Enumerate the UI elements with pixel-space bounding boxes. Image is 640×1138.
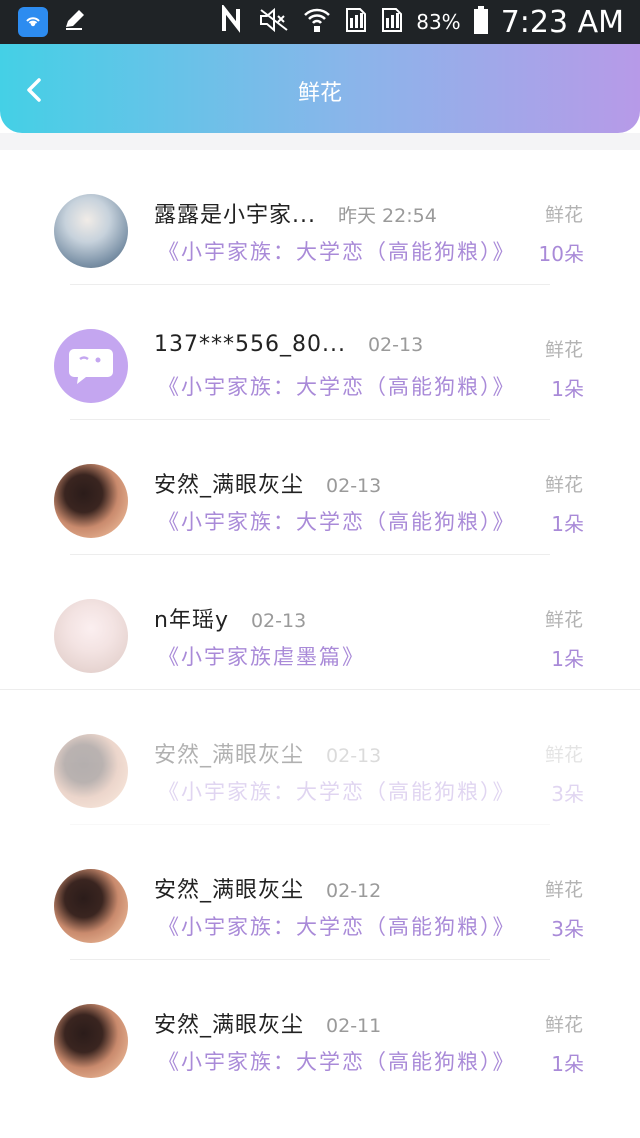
avatar[interactable] — [54, 1004, 128, 1078]
book-title[interactable]: 《小宇家族：大学恋（高能狗粮）》 — [158, 506, 516, 536]
gift-type-label: 鲜花 — [544, 879, 583, 901]
username[interactable]: 137***556_80... — [154, 332, 346, 357]
avatar[interactable] — [54, 869, 128, 943]
timestamp: 02-13 — [326, 745, 382, 767]
item-header: 137***556_80... 02-13 — [154, 332, 423, 357]
timestamp: 昨天 22:54 — [337, 205, 437, 227]
gift-type-label: 鲜花 — [544, 744, 583, 766]
item-header: 安然_满眼灰尘 02-11 — [154, 1007, 381, 1039]
username[interactable]: 安然_满眼灰尘 — [154, 737, 304, 769]
edit-icon — [62, 7, 88, 37]
gift-count: 3朵 — [551, 782, 584, 806]
username[interactable]: 安然_满眼灰尘 — [154, 1007, 304, 1039]
list-item[interactable]: 露露是小宇家... 昨天 22:54 鲜花 《小宇家族：大学恋（高能狗粮）》 1… — [0, 150, 640, 285]
wifi-app-icon — [18, 7, 48, 37]
gift-count: 1朵 — [551, 1052, 584, 1076]
mute-icon — [258, 7, 290, 37]
chat-bubble-icon — [69, 349, 113, 384]
gift-count: 1朵 — [551, 512, 584, 536]
page-title: 鲜花 — [297, 81, 342, 106]
book-title[interactable]: 《小宇家族：大学恋（高能狗粮）》 — [158, 911, 516, 941]
gift-type-label: 鲜花 — [544, 474, 583, 496]
avatar[interactable] — [54, 329, 128, 403]
nfc-icon — [220, 3, 246, 39]
list-item[interactable]: 137***556_80... 02-13 鲜花 《小宇家族：大学恋（高能狗粮）… — [0, 285, 640, 420]
list-item[interactable]: 安然_满眼灰尘 02-13 鲜花 《小宇家族：大学恋（高能狗粮）》 1朵 — [0, 420, 640, 555]
battery-icon — [473, 5, 489, 39]
book-title[interactable]: 《小宇家族：大学恋（高能狗粮）》 — [158, 371, 516, 401]
timestamp: 02-13 — [250, 610, 307, 632]
gift-type-label: 鲜花 — [544, 609, 583, 631]
item-header: n年瑶y 02-13 — [154, 602, 306, 634]
book-title[interactable]: 《小宇家族虐墨篇》 — [158, 641, 365, 671]
item-header: 安然_满眼灰尘 02-12 — [154, 872, 381, 904]
avatar[interactable] — [54, 734, 128, 808]
header: 鲜花 — [0, 44, 640, 133]
username[interactable]: 安然_满眼灰尘 — [154, 872, 304, 904]
book-title[interactable]: 《小宇家族：大学恋（高能狗粮）》 — [158, 1046, 516, 1076]
timestamp: 02-13 — [326, 475, 382, 497]
gift-count: 3朵 — [551, 917, 584, 941]
battery-percent: 83% — [416, 10, 461, 34]
status-bar-left — [18, 7, 88, 37]
item-header: 露露是小宇家... 昨天 22:54 — [154, 197, 437, 229]
username[interactable]: 露露是小宇家... — [154, 197, 316, 229]
sim1-icon — [344, 6, 368, 38]
book-title[interactable]: 《小宇家族：大学恋（高能狗粮）》 — [158, 776, 516, 806]
list-item[interactable]: n年瑶y 02-13 鲜花 《小宇家族虐墨篇》 1朵 — [0, 555, 640, 690]
gift-type-label: 鲜花 — [544, 1014, 583, 1036]
book-title[interactable]: 《小宇家族：大学恋（高能狗粮）》 — [158, 236, 516, 266]
avatar[interactable] — [54, 464, 128, 538]
section-gap — [0, 133, 640, 150]
item-header: 安然_满眼灰尘 02-13 — [154, 737, 381, 769]
timestamp: 02-13 — [367, 334, 424, 356]
item-header: 安然_满眼灰尘 02-13 — [154, 467, 381, 499]
avatar[interactable] — [54, 194, 128, 268]
timestamp: 02-12 — [326, 880, 382, 902]
sim2-icon — [380, 6, 404, 38]
gift-list: 露露是小宇家... 昨天 22:54 鲜花 《小宇家族：大学恋（高能狗粮）》 1… — [0, 150, 640, 1095]
gift-count: 1朵 — [551, 647, 584, 671]
gift-type-label: 鲜花 — [544, 204, 583, 226]
timestamp: 02-11 — [326, 1015, 382, 1037]
clock: 7:23 AM — [500, 4, 624, 40]
list-item[interactable]: 安然_满眼灰尘 02-11 鲜花 《小宇家族：大学恋（高能狗粮）》 1朵 — [0, 960, 640, 1095]
list-item[interactable]: 安然_满眼灰尘 02-13 鲜花 《小宇家族：大学恋（高能狗粮）》 3朵 — [0, 690, 640, 825]
list-item[interactable]: 安然_满眼灰尘 02-12 鲜花 《小宇家族：大学恋（高能狗粮）》 3朵 — [0, 825, 640, 960]
wifi-icon — [302, 6, 332, 38]
avatar[interactable] — [54, 599, 128, 673]
status-bar: 83% 7:23 AM — [0, 0, 640, 44]
username[interactable]: n年瑶y — [154, 602, 229, 634]
gift-type-label: 鲜花 — [544, 339, 583, 361]
username[interactable]: 安然_满眼灰尘 — [154, 467, 304, 499]
gift-count: 1朵 — [551, 377, 584, 401]
gift-count: 10朵 — [538, 242, 584, 266]
status-bar-right: 83% 7:23 AM — [220, 0, 624, 44]
